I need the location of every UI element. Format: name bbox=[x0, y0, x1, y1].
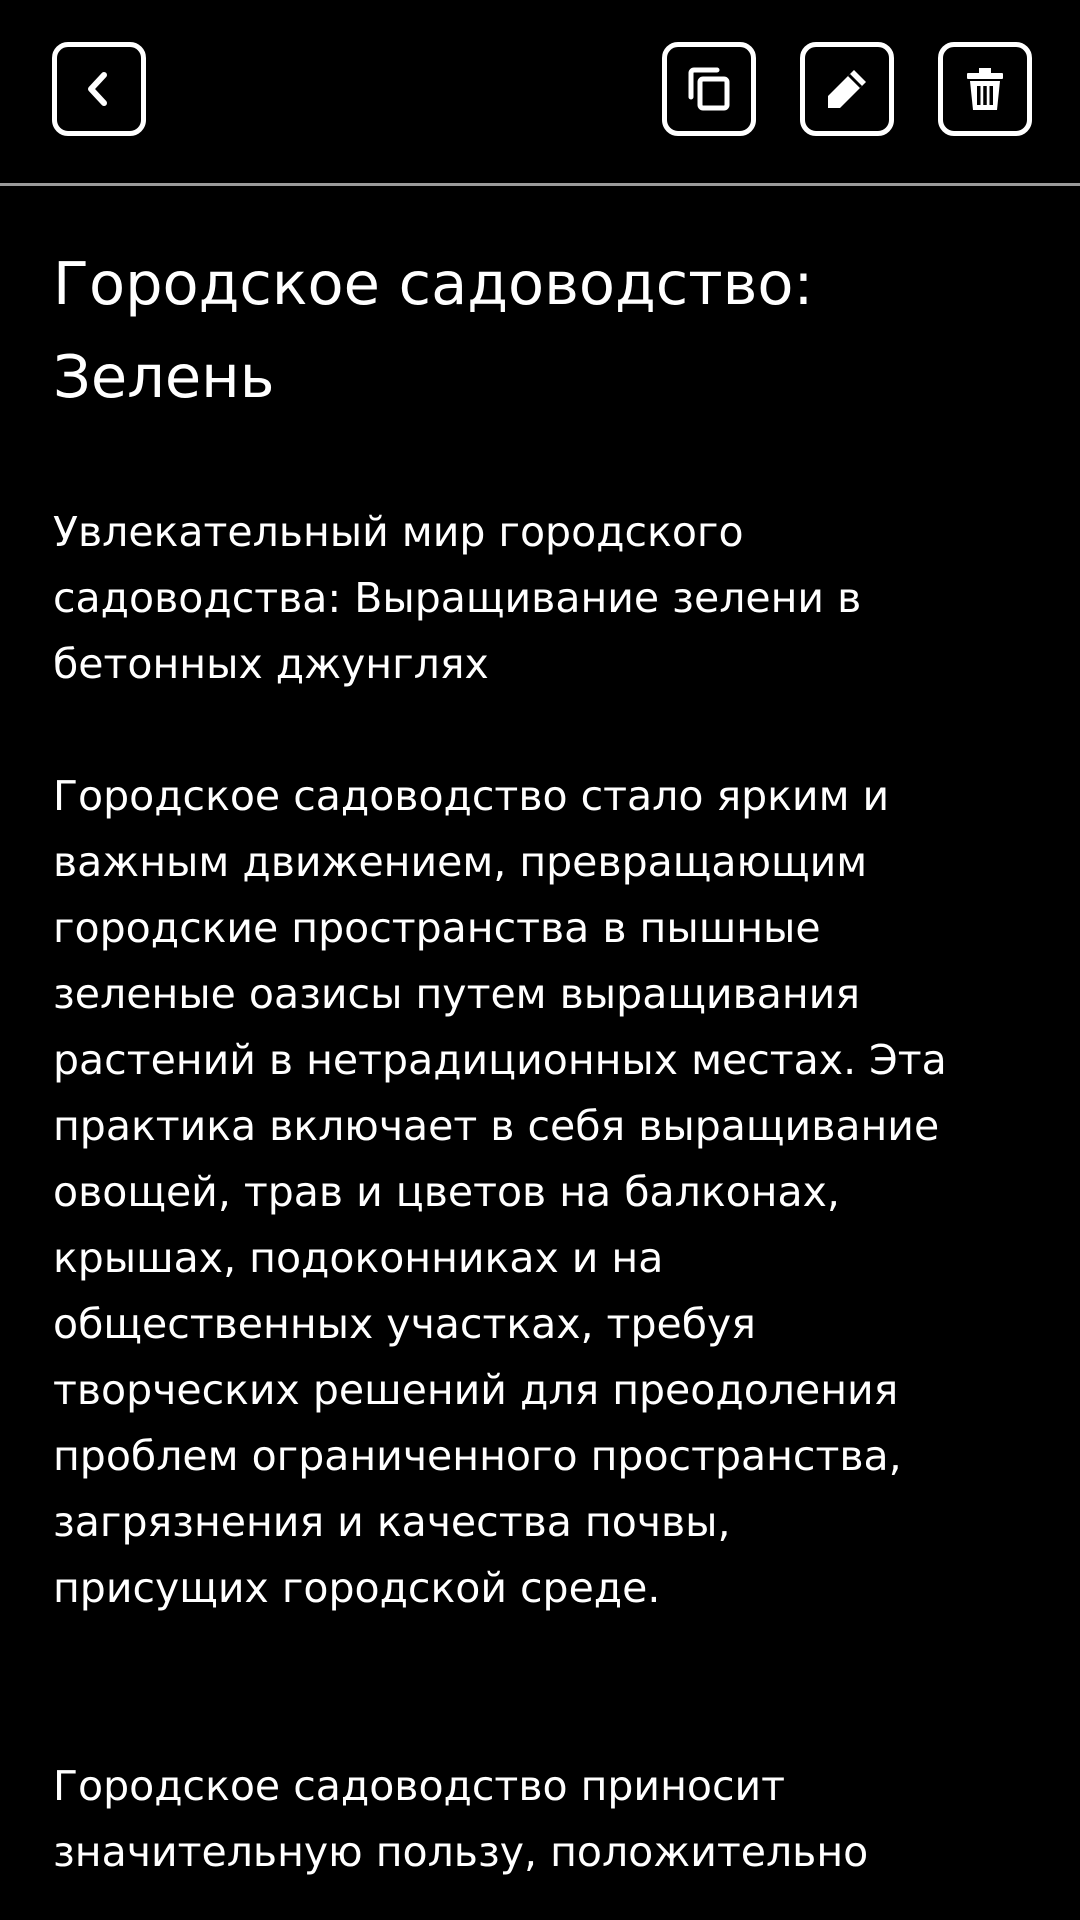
note-content[interactable]: Городское садоводство: Зелень Увлекатель… bbox=[53, 186, 1043, 1898]
pencil-icon bbox=[828, 70, 866, 108]
edit-button[interactable] bbox=[800, 42, 894, 136]
delete-button[interactable] bbox=[938, 42, 1032, 136]
trash-icon bbox=[967, 68, 1003, 110]
copy-icon bbox=[688, 67, 730, 111]
copy-button[interactable] bbox=[662, 42, 756, 136]
top-toolbar bbox=[0, 0, 1080, 183]
note-title: Городское садоводство: Зелень bbox=[53, 249, 814, 411]
chevron-left-icon bbox=[88, 72, 107, 106]
note-body: Увлекательный мир городского садоводства… bbox=[53, 508, 947, 1898]
back-button[interactable] bbox=[52, 42, 146, 136]
